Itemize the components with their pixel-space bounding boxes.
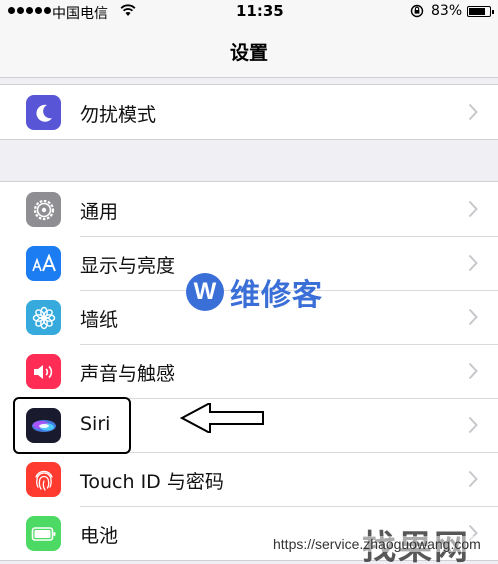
status-bar: 中国电信 11:35 83% bbox=[0, 0, 498, 24]
settings-group-main: 通用 显示与亮度 墙纸 声音与触感 Siri Touch ID 与密码 电池 bbox=[0, 181, 498, 561]
fingerprint-icon bbox=[26, 462, 61, 497]
rotation-lock-icon bbox=[410, 4, 424, 18]
arrow-left-icon bbox=[180, 403, 264, 433]
flower-icon bbox=[26, 300, 61, 335]
clock: 11:35 bbox=[236, 2, 284, 20]
chevron-right-icon bbox=[468, 416, 478, 434]
chevron-right-icon bbox=[468, 200, 478, 218]
settings-row-do-not-disturb[interactable]: 勿扰模式 bbox=[0, 85, 498, 139]
top-bar: 中国电信 11:35 83% 设置 bbox=[0, 0, 498, 78]
siri-highlight-box bbox=[13, 397, 131, 454]
watermark-text: 维修客 bbox=[230, 278, 323, 313]
settings-group-focus: 勿扰模式 bbox=[0, 84, 498, 140]
wifi-icon bbox=[120, 4, 136, 16]
settings-screen: 中国电信 11:35 83% 设置 勿扰模式 通用 显示与亮度 墙纸 声音与触感… bbox=[0, 0, 498, 564]
row-label: 显示与亮度 bbox=[80, 255, 176, 277]
text-size-icon bbox=[26, 246, 61, 281]
signal-strength-icon bbox=[8, 7, 51, 14]
site-url: https://service.zhaoguowang.com bbox=[270, 536, 484, 552]
watermark: W 维修客 bbox=[186, 270, 323, 314]
settings-row-general[interactable]: 通用 bbox=[0, 182, 498, 236]
row-label: 通用 bbox=[80, 201, 119, 223]
battery-icon bbox=[26, 516, 61, 551]
page-title: 设置 bbox=[229, 42, 268, 64]
chevron-right-icon bbox=[468, 308, 478, 326]
chevron-right-icon bbox=[468, 254, 478, 272]
chevron-right-icon bbox=[468, 103, 478, 121]
chevron-right-icon bbox=[468, 362, 478, 380]
chevron-right-icon bbox=[468, 470, 478, 488]
battery-icon bbox=[467, 6, 494, 17]
row-label: Touch ID 与密码 bbox=[80, 471, 224, 493]
carrier-label: 中国电信 bbox=[52, 6, 108, 22]
gear-icon bbox=[26, 192, 61, 227]
battery-percentage: 83% bbox=[431, 3, 463, 19]
row-label: 墙纸 bbox=[80, 309, 119, 331]
watermark-logo: W bbox=[186, 273, 224, 311]
speaker-icon bbox=[26, 354, 61, 389]
settings-row-sounds-haptics[interactable]: 声音与触感 bbox=[0, 344, 498, 398]
row-label: 勿扰模式 bbox=[80, 104, 157, 126]
row-label: 声音与触感 bbox=[80, 363, 176, 385]
settings-row-touch-id-passcode[interactable]: Touch ID 与密码 bbox=[0, 452, 498, 506]
row-label: 电池 bbox=[80, 525, 119, 547]
moon-icon bbox=[26, 95, 61, 130]
